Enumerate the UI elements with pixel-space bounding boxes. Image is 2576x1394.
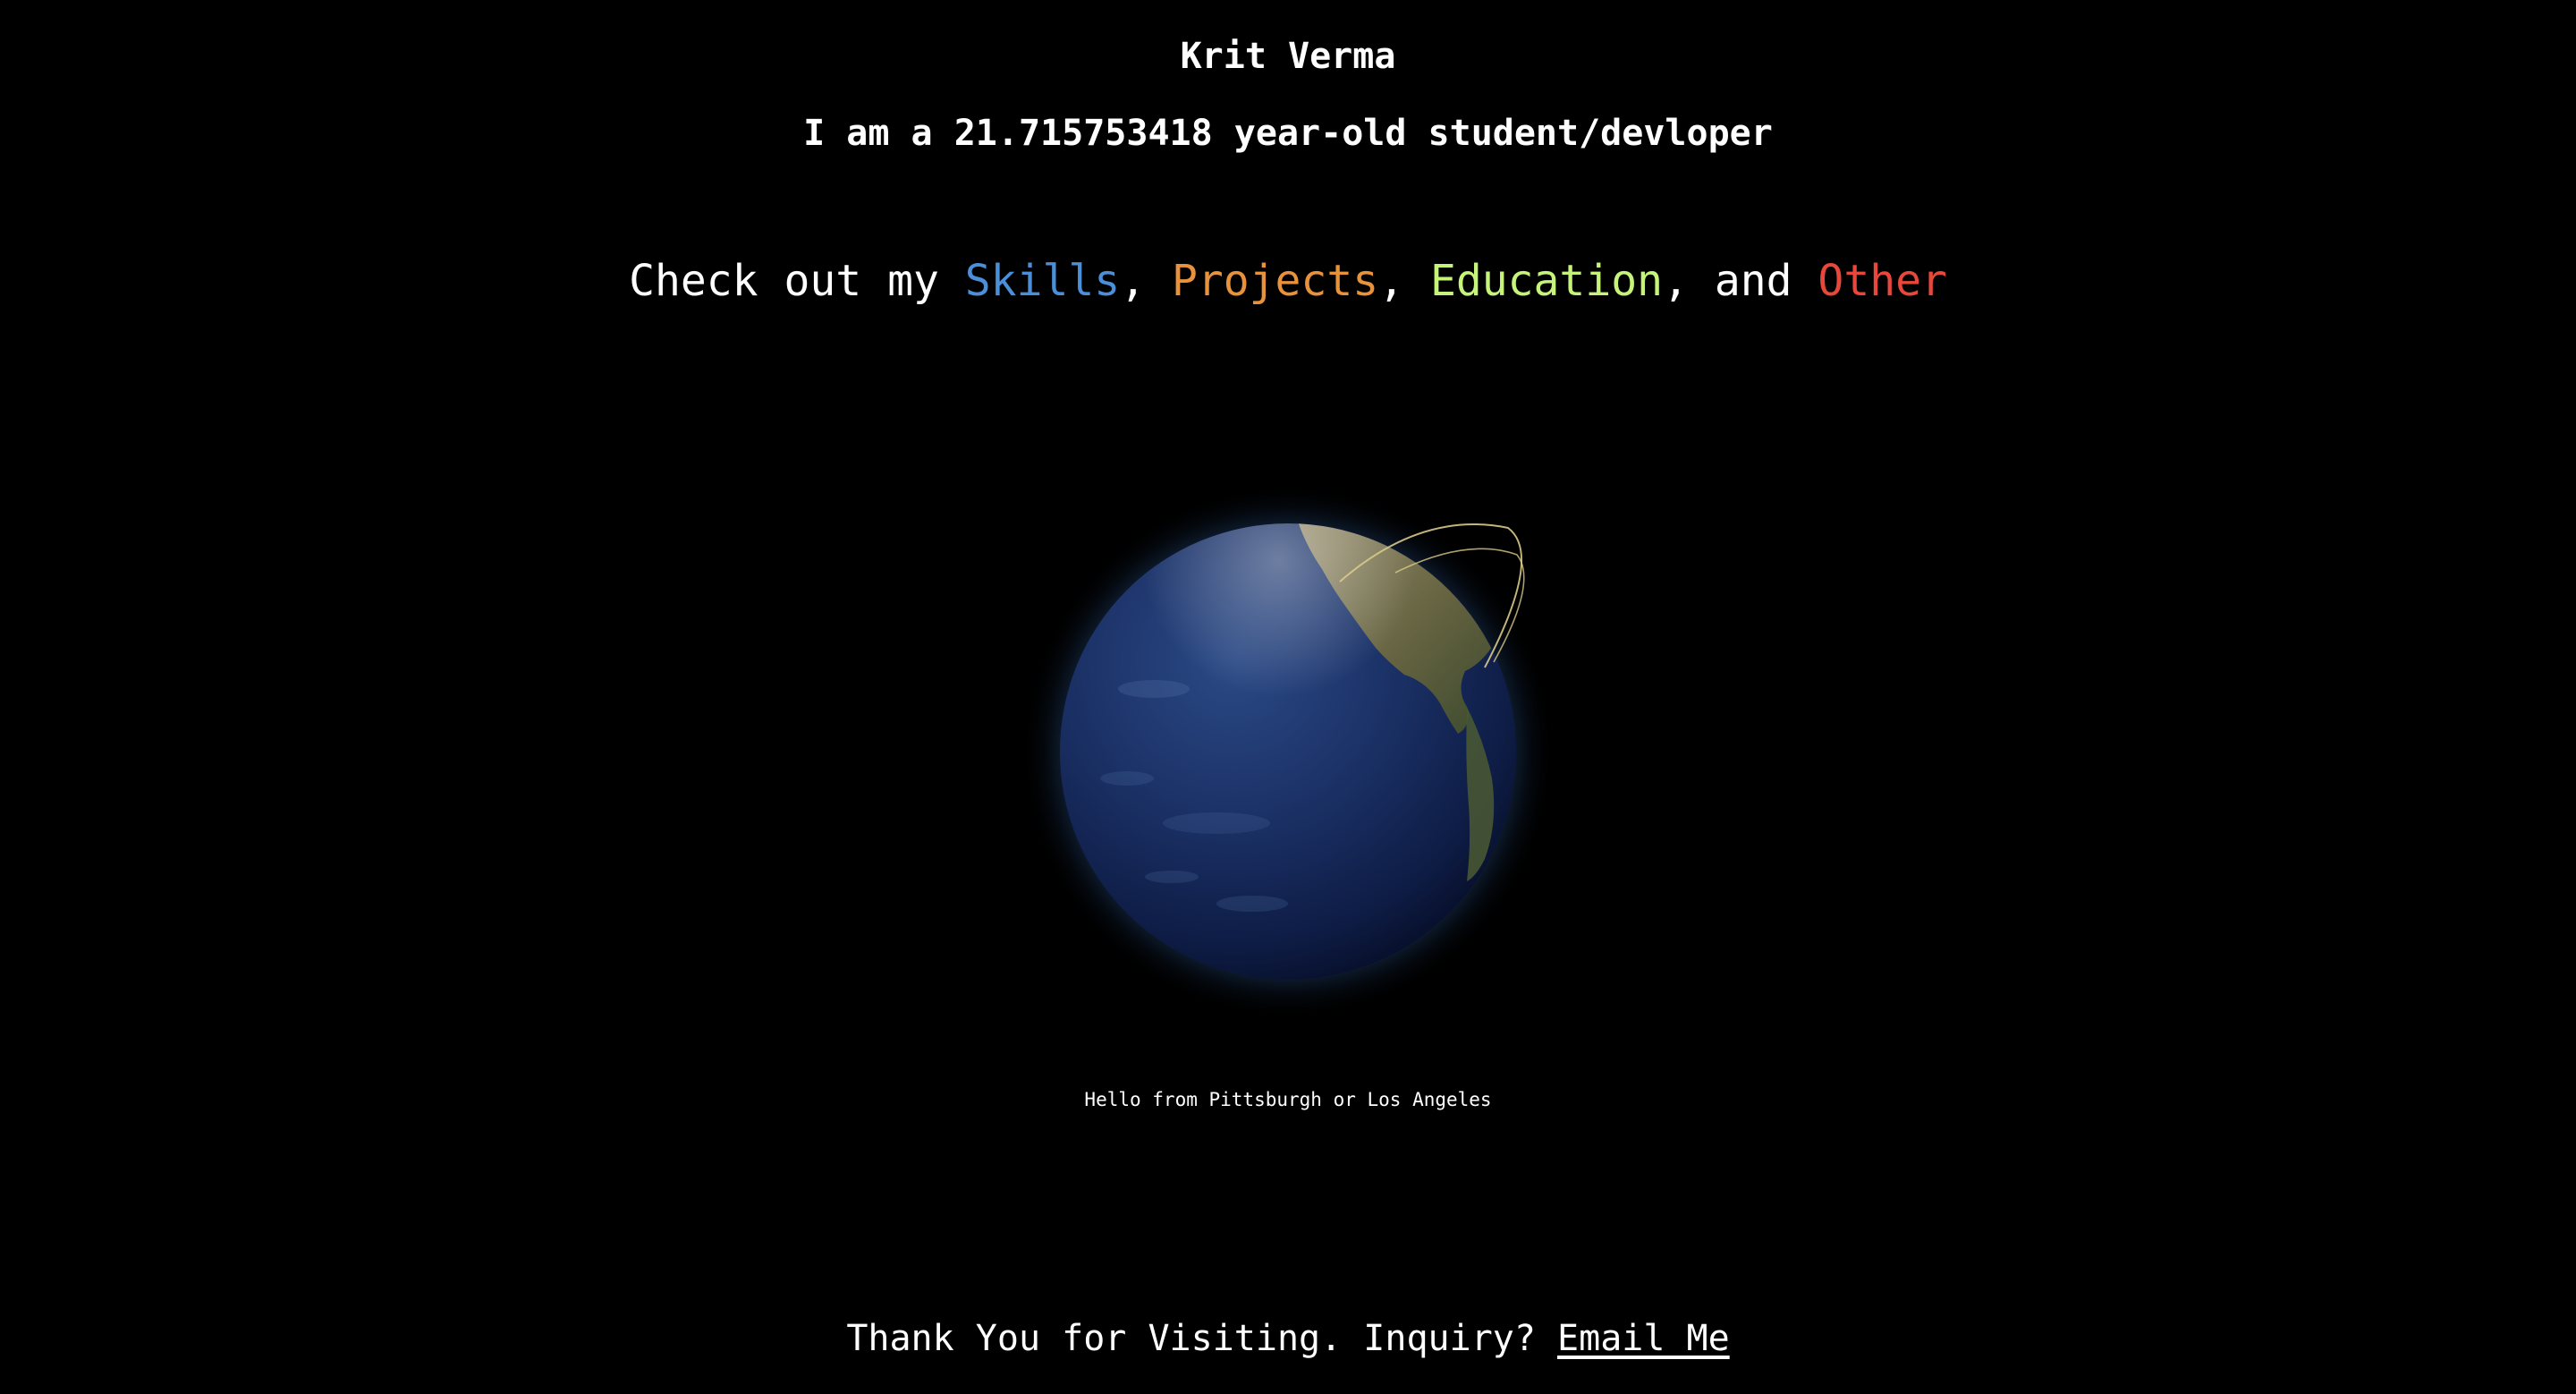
projects-link[interactable]: Projects [1172,256,1378,306]
email-me-link[interactable]: Email Me [1557,1318,1730,1359]
skills-link[interactable]: Skills [965,256,1120,306]
education-link[interactable]: Education [1430,256,1663,306]
footer-text: Thank You for Visiting. Inquiry? [846,1318,1558,1359]
earth-globe-icon [1021,485,1555,1018]
age-prefix: I am a [803,113,954,154]
links-separator: , [1120,256,1172,306]
age-suffix: year-old student/devloper [1212,113,1773,154]
footer: Thank You for Visiting. Inquiry? Email M… [0,1313,2576,1364]
age-value: 21.715753418 [953,113,1213,154]
links-separator: , [1378,256,1430,306]
links-separator: , and [1663,256,1818,306]
location-caption: Hello from Pittsburgh or Los Angeles [1084,1089,1492,1110]
section-links: Check out my Skills, Projects, Education… [0,251,2576,311]
links-prefix: Check out my [629,256,965,306]
globe[interactable] [1020,483,1556,1020]
age-subtitle: I am a 21.715753418 year-old student/dev… [0,109,2576,157]
page-title: Krit Verma [1180,36,1396,77]
other-link[interactable]: Other [1818,256,1947,306]
